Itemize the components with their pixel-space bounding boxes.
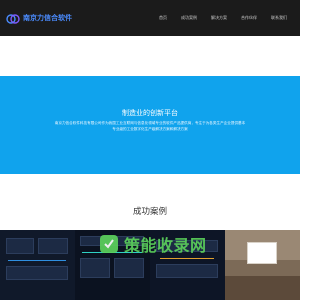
cases-title: 成功案例 (132, 207, 167, 217)
dashboard-line (8, 260, 66, 261)
photo-floor (225, 276, 300, 300)
logo-text: 南京力信合软件 (23, 14, 72, 22)
watermark: 策能收录网 (98, 232, 207, 256)
nav-item-cases[interactable]: 成功案例 (174, 15, 204, 21)
watermark-logo-icon (98, 233, 120, 255)
hero-title: 制造业的创新平台 (122, 109, 178, 117)
hero-description-line-1: 南京力信合软件科技有限公司作为我国工业互联网与信息化领域专业的软件产品提供商，专… (54, 121, 246, 125)
dashboard-panel (114, 258, 144, 278)
watermark-text: 策能收录网 (124, 236, 207, 255)
dashboard-panel (156, 264, 218, 278)
dashboard-panel (38, 238, 68, 254)
hero-description-line-2: 专业级的工业数字化生产级解决方案和解决方案 (112, 127, 188, 131)
dashboard-line (160, 258, 214, 259)
nav-item-solutions[interactable]: 解决方案 (204, 15, 234, 21)
case-card-photo[interactable] (225, 230, 300, 300)
main-nav: 首页 成功案例 解决方案 合作伙伴 联系我们 (152, 0, 294, 36)
logo-icon (6, 11, 20, 25)
top-header: 南京力信合软件 首页 成功案例 解决方案 合作伙伴 联系我们 (0, 0, 300, 36)
case-card-dashboard-1[interactable] (0, 230, 75, 300)
dashboard-panel (6, 238, 34, 254)
photo-whiteboard (247, 242, 277, 264)
dashboard-panel (6, 266, 68, 280)
nav-item-home[interactable]: 首页 (152, 15, 174, 21)
nav-item-contact[interactable]: 联系我们 (264, 15, 294, 21)
logo[interactable]: 南京力信合软件 (6, 11, 72, 25)
hero-banner: 制造业的创新平台 南京力信合软件科技有限公司作为我国工业互联网与信息化领域专业的… (0, 76, 300, 174)
dashboard-panel (80, 258, 110, 278)
spacer-area (0, 36, 300, 76)
nav-item-partners[interactable]: 合作伙伴 (234, 15, 264, 21)
